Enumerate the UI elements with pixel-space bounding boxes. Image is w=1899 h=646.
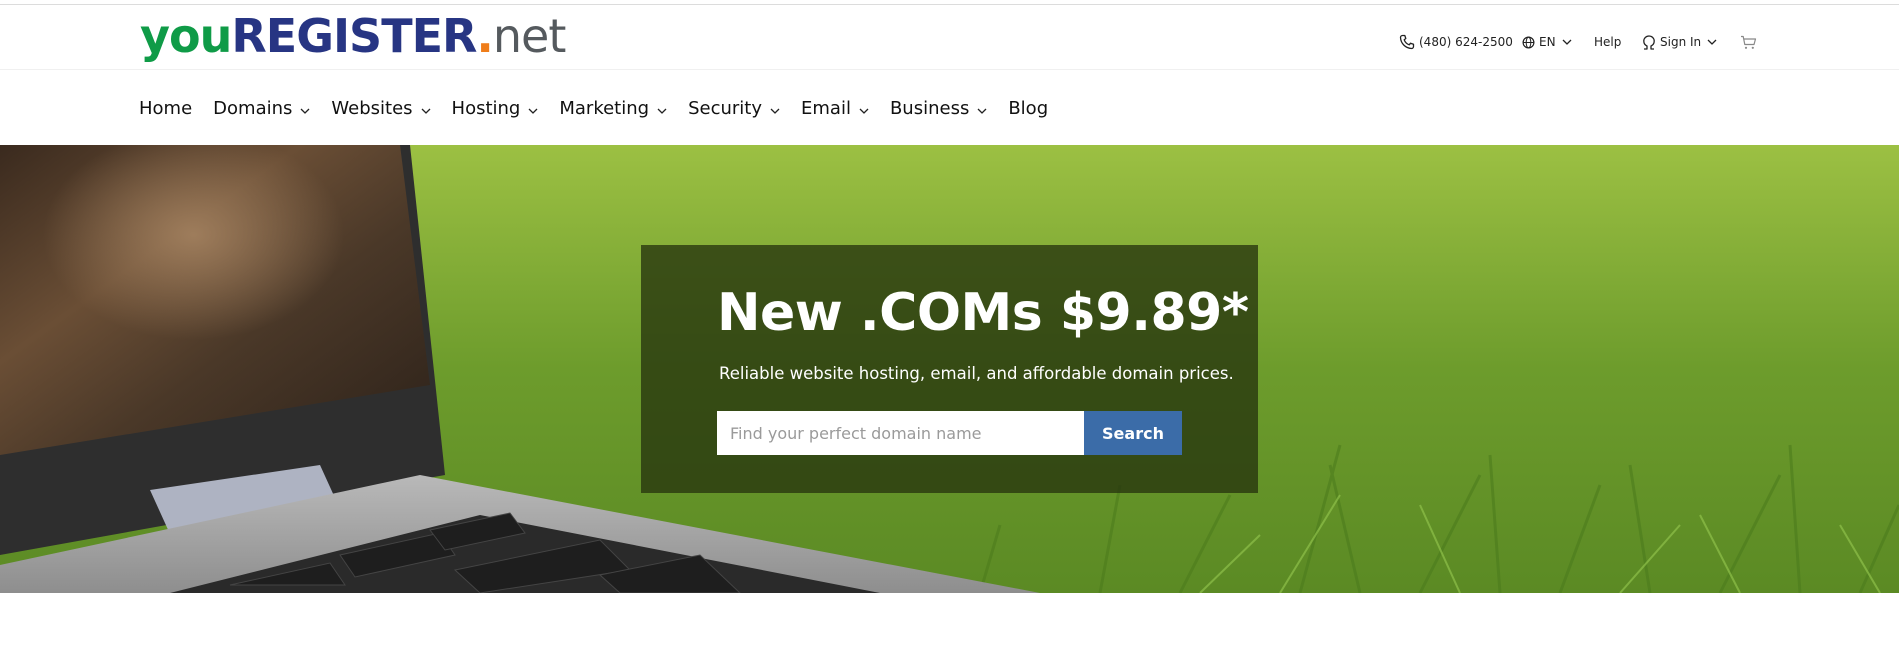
chevron-down-icon	[977, 98, 987, 119]
sign-in-label: Sign In	[1660, 35, 1702, 49]
chevron-down-icon	[421, 98, 431, 119]
logo-net: net	[492, 9, 566, 63]
nav-item-label: Business	[889, 97, 970, 119]
logo[interactable]: you REGISTER . net	[140, 6, 566, 66]
nav-item-marketing[interactable]: Marketing	[559, 98, 667, 119]
user-icon	[1642, 34, 1656, 50]
nav-item-security[interactable]: Security	[688, 98, 780, 119]
nav-item-label: Security	[688, 97, 762, 119]
cart-button[interactable]	[1740, 29, 1757, 55]
domain-search-input[interactable]	[717, 411, 1084, 455]
nav-item-email[interactable]: Email	[801, 98, 869, 119]
logo-register: REGISTER	[231, 9, 477, 63]
site-header: you REGISTER . net (480) 624-2500 EN Hel…	[0, 5, 1899, 70]
promo-title: New .COMs $9.89*	[717, 283, 1249, 343]
nav-item-websites[interactable]: Websites	[331, 98, 430, 119]
language-label: EN	[1539, 35, 1556, 49]
phone-link[interactable]: (480) 624-2500	[1399, 29, 1513, 55]
nav-item-business[interactable]: Business	[890, 98, 987, 119]
nav-item-label: Hosting	[451, 97, 521, 119]
sign-in-menu[interactable]: Sign In	[1642, 29, 1717, 55]
domain-search-form: Search	[717, 411, 1182, 455]
chevron-down-icon	[528, 98, 538, 119]
logo-dot: .	[476, 9, 494, 63]
nav-item-blog[interactable]: Blog	[1008, 98, 1048, 119]
nav-item-label: Email	[801, 97, 851, 119]
promo-panel: New .COMs $9.89* Reliable website hostin…	[641, 245, 1258, 493]
main-nav: Home Domains Websites Hosting Marketing Secur…	[0, 71, 1899, 145]
phone-icon	[1399, 34, 1415, 50]
hero-banner: New .COMs $9.89* Reliable website hostin…	[0, 145, 1899, 593]
nav-item-home[interactable]: Home	[139, 98, 192, 119]
phone-number: (480) 624-2500	[1419, 35, 1513, 49]
chevron-down-icon	[1562, 39, 1572, 45]
nav-item-label: Domains	[213, 97, 293, 119]
help-link[interactable]: Help	[1594, 29, 1621, 55]
language-selector[interactable]: EN	[1522, 29, 1572, 55]
promo-subtitle: Reliable website hosting, email, and aff…	[719, 364, 1234, 383]
globe-icon	[1522, 36, 1535, 49]
nav-item-hosting[interactable]: Hosting	[452, 98, 539, 119]
nav-item-label: Marketing	[559, 97, 650, 119]
search-button[interactable]: Search	[1084, 411, 1182, 455]
chevron-down-icon	[657, 98, 667, 119]
chevron-down-icon	[859, 98, 869, 119]
nav-list: Home Domains Websites Hosting Marketing Secur…	[139, 93, 1069, 123]
cart-icon	[1740, 35, 1757, 50]
nav-item-label: Home	[139, 97, 193, 119]
nav-item-label: Websites	[331, 97, 413, 119]
help-label: Help	[1594, 35, 1622, 49]
chevron-down-icon	[770, 98, 780, 119]
chevron-down-icon	[1707, 39, 1717, 45]
chevron-down-icon	[300, 98, 310, 119]
nav-item-label: Blog	[1008, 97, 1049, 119]
nav-item-domains[interactable]: Domains	[213, 98, 310, 119]
logo-you: you	[140, 9, 232, 63]
